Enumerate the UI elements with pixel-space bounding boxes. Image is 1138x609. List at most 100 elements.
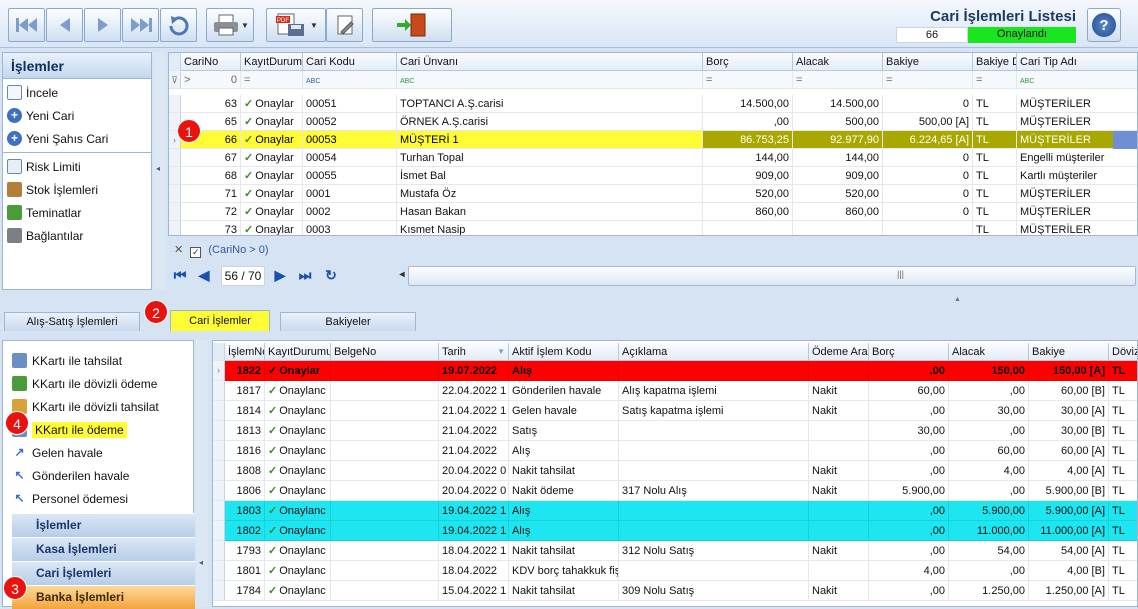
cell-code[interactable]: 00055 — [303, 167, 397, 185]
col-bakiye-doviz[interactable]: Bakiye D — [973, 53, 1017, 71]
col-alacak[interactable]: Alacak — [949, 343, 1029, 361]
cell-aciklama[interactable] — [619, 441, 809, 461]
table-row[interactable]: 1808 ✓ Onaylanc 20.04.2022 0 Nakit tahsilat N… — [213, 461, 1137, 481]
cell-tip[interactable]: Kartlı müşteriler — [1017, 167, 1137, 185]
horizontal-scrollbar[interactable]: ||| — [408, 266, 1136, 286]
cell-name[interactable]: Mustafa Öz — [397, 185, 703, 203]
cell-tarih[interactable]: 20.04.2022 0 — [439, 461, 509, 481]
col-doviz[interactable]: Döviz — [1109, 343, 1137, 361]
cell-tarih[interactable]: 22.04.2022 1 — [439, 381, 509, 401]
table-row[interactable]: 71 ✓ Onaylar 0001 Mustafa Öz 520,00 520,00 0 TL M… — [169, 185, 1137, 203]
cell-no[interactable]: 1793 — [225, 541, 265, 561]
cell-doviz[interactable]: TL — [1109, 401, 1137, 421]
exit-button[interactable] — [372, 8, 452, 42]
table-row[interactable]: 1803 ✓ Onaylanc 19.04.2022 1 Alış ,00 5.900,00… — [213, 501, 1137, 521]
cell-status[interactable]: ✓ Onaylar — [265, 361, 331, 381]
cell-belge[interactable] — [331, 481, 439, 501]
cell-tarih[interactable]: 21.04.2022 1 — [439, 401, 509, 421]
cell-no[interactable]: 73 — [181, 221, 241, 235]
cell-tip[interactable]: Engelli müşteriler — [1017, 149, 1137, 167]
cell-bakiye[interactable]: 11.000,00 [A] — [1029, 521, 1109, 541]
cell-tip[interactable]: MÜŞTERİLER — [1017, 185, 1137, 203]
col-kayitdurumu[interactable]: KayıtDurumu — [265, 343, 331, 361]
cell-odeme[interactable] — [809, 361, 869, 381]
cell-no[interactable]: 67 — [181, 149, 241, 167]
cell-borc[interactable]: ,00 — [703, 113, 793, 131]
cell-doviz[interactable]: TL — [973, 113, 1017, 131]
cell-borc[interactable]: 86.753,25 — [703, 131, 793, 149]
cell-doviz[interactable]: TL — [1109, 441, 1137, 461]
col-cari-kodu[interactable]: Cari Kodu — [303, 53, 397, 71]
cell-no[interactable]: 68 — [181, 167, 241, 185]
cell-borc[interactable]: 14.500,00 — [703, 95, 793, 113]
cell-borc[interactable]: ,00 — [869, 461, 949, 481]
cell-belge[interactable] — [331, 581, 439, 601]
cell-doviz[interactable]: TL — [1109, 381, 1137, 401]
cell-borc[interactable]: ,00 — [869, 361, 949, 381]
filter-bakiye-doviz[interactable]: = — [973, 71, 1017, 89]
cell-no[interactable]: 1817 — [225, 381, 265, 401]
col-aktif-islem-kodu[interactable]: Aktif İşlem Kodu — [509, 343, 619, 361]
cell-kod[interactable]: Nakit tahsilat — [509, 581, 619, 601]
cell-status[interactable]: ✓ Onaylanc — [265, 461, 331, 481]
cell-no[interactable]: 1784 — [225, 581, 265, 601]
cell-status[interactable]: ✓ Onaylanc — [265, 541, 331, 561]
cell-kod[interactable]: Alış — [509, 361, 619, 381]
gonderilen-havale-item[interactable]: ↖ Gönderilen havale — [3, 464, 193, 487]
cell-name[interactable]: ÖRNEK A.Ş.carisi — [397, 113, 703, 131]
cell-bakiye[interactable]: 60,00 [A] — [1029, 441, 1109, 461]
cell-no[interactable]: 71 — [181, 185, 241, 203]
group-islemler[interactable]: İşlemler — [12, 513, 195, 537]
cell-belge[interactable] — [331, 521, 439, 541]
prev-record-button[interactable] — [46, 8, 83, 42]
cell-bakiye[interactable]: 5.900,00 [A] — [1029, 501, 1109, 521]
nav-prev-icon[interactable]: ◀ — [196, 266, 212, 284]
cell-doviz[interactable]: TL — [973, 167, 1017, 185]
cell-no[interactable]: 1816 — [225, 441, 265, 461]
cell-status[interactable]: ✓ Onaylar — [241, 131, 303, 149]
cell-borc[interactable]: ,00 — [869, 501, 949, 521]
table-row[interactable]: 1802 ✓ Onaylanc 19.04.2022 1 Alış ,00 11.000,0… — [213, 521, 1137, 541]
cell-odeme[interactable]: Nakit — [809, 541, 869, 561]
filter-alacak[interactable]: = — [793, 71, 883, 89]
cell-tarih[interactable]: 18.04.2022 1 — [439, 541, 509, 561]
cell-borc[interactable]: ,00 — [869, 541, 949, 561]
cell-aciklama[interactable] — [619, 501, 809, 521]
filter-carino[interactable]: >0 — [181, 71, 241, 89]
cell-code[interactable]: 00051 — [303, 95, 397, 113]
cell-belge[interactable] — [331, 421, 439, 441]
cell-alacak[interactable]: 4,00 — [949, 461, 1029, 481]
cell-borc[interactable]: 520,00 — [703, 185, 793, 203]
cell-kod[interactable]: Alış — [509, 521, 619, 541]
cell-kod[interactable]: Gelen havale — [509, 401, 619, 421]
cell-kod[interactable]: Nakit tahsilat — [509, 541, 619, 561]
cell-status[interactable]: ✓ Onaylanc — [265, 501, 331, 521]
filter-expression[interactable]: (CariNo > 0) — [208, 244, 268, 256]
cell-bakiye[interactable]: 0 — [883, 149, 973, 167]
cell-bakiye[interactable]: 6.224,65 [A] — [883, 131, 973, 149]
cell-alacak[interactable]: 92.977,90 — [793, 131, 883, 149]
cell-tip[interactable]: MÜŞTERİLER — [1017, 221, 1137, 235]
cell-no[interactable]: 1808 — [225, 461, 265, 481]
cell-status[interactable]: ✓ Onaylar — [241, 113, 303, 131]
cell-aciklama[interactable]: Alış kapatma işlemi — [619, 381, 809, 401]
table-row[interactable]: 65 ✓ Onaylar 00052 ÖRNEK A.Ş.carisi ,00 500,00… — [169, 113, 1137, 131]
cell-name[interactable]: MÜŞTERİ 1 — [397, 131, 703, 149]
cell-status[interactable]: ✓ Onaylanc — [265, 521, 331, 541]
filter-enabled-checkbox[interactable]: ✓ — [190, 247, 202, 258]
new-account-item[interactable]: + Yeni Cari — [3, 104, 151, 127]
cell-kod[interactable]: KDV borç tahakkuk fişi — [509, 561, 619, 581]
nav-next-icon[interactable]: ▶ — [272, 266, 288, 284]
cell-belge[interactable] — [331, 461, 439, 481]
cell-status[interactable]: ✓ Onaylanc — [265, 421, 331, 441]
cell-code[interactable]: 00053 — [303, 131, 397, 149]
cell-aciklama[interactable]: 312 Nolu Satış — [619, 541, 809, 561]
col-odeme-araci[interactable]: Ödeme Aracı — [809, 343, 869, 361]
cell-alacak[interactable]: 1.250,00 — [949, 581, 1029, 601]
col-cari-unvani[interactable]: Cari Ünvanı — [397, 53, 703, 71]
cell-doviz[interactable]: TL — [1109, 421, 1137, 441]
cell-alacak[interactable]: 500,00 — [793, 113, 883, 131]
cell-belge[interactable] — [331, 541, 439, 561]
cell-status[interactable]: ✓ Onaylar — [241, 203, 303, 221]
kkarti-tahsilat-item[interactable]: KKartı ile tahsilat — [3, 349, 193, 372]
